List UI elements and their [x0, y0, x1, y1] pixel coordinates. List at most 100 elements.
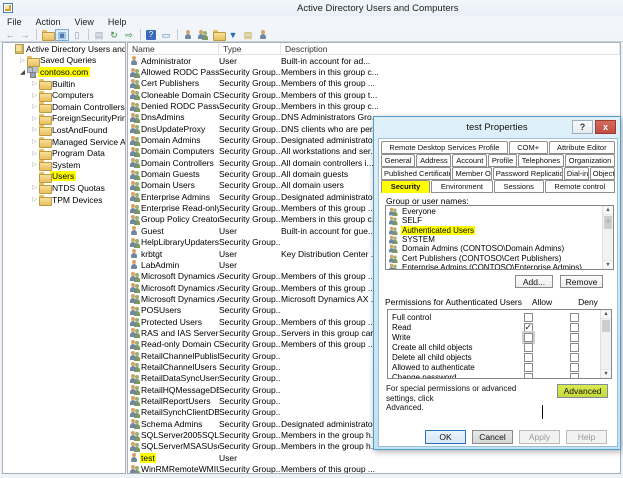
expander-collapsed-icon[interactable]: ▷ — [30, 126, 39, 133]
tree-item-ntds-quotas[interactable]: ▷NTDS Quotas — [3, 182, 125, 194]
table-row[interactable]: Denied RODC Password R...Security Group.… — [128, 100, 620, 111]
show-window-icon[interactable]: ▭ — [159, 29, 173, 41]
scroll-up-icon[interactable]: ▲ — [601, 310, 611, 319]
tree-item-computers[interactable]: ▷Computers — [3, 89, 125, 101]
tab-password-replication[interactable]: Password Replication — [493, 167, 563, 180]
list-item-enterprise-admins-contoso-enterprise-admins[interactable]: Enterprise Admins (CONTOSO\Enterprise Ad… — [386, 263, 602, 270]
add-button[interactable]: Add... — [515, 275, 553, 288]
list-item-authenticated-users[interactable]: Authenticated Users — [386, 226, 602, 235]
cancel-button[interactable]: Cancel — [472, 430, 513, 444]
tree-item-program-data[interactable]: ▷Program Data — [3, 147, 125, 159]
ok-button[interactable]: OK — [425, 430, 466, 444]
scrollbar-thumb[interactable] — [602, 320, 610, 332]
table-row[interactable]: AdministratorUserBuilt-in account for ad… — [128, 55, 620, 66]
deny-checkbox[interactable] — [570, 323, 579, 332]
column-header-type[interactable]: Type — [219, 43, 281, 54]
expander-collapsed-icon[interactable]: ▷ — [30, 184, 39, 191]
group-list-scrollbar[interactable]: ▲ ≡ ▼ — [602, 206, 613, 269]
tab-com[interactable]: COM+ — [509, 141, 548, 154]
deny-checkbox[interactable] — [570, 313, 579, 322]
tab-account[interactable]: Account — [452, 154, 487, 167]
tree-item-foreignsecurityprincipal[interactable]: ▷ForeignSecurityPrincipal: — [3, 113, 125, 125]
expander-collapsed-icon[interactable]: ▷ — [30, 115, 39, 122]
filter-icon[interactable]: ▼ — [226, 29, 240, 41]
menu-file[interactable]: File — [0, 16, 29, 27]
tab-member-of[interactable]: Member Of — [452, 167, 491, 180]
forward-icon[interactable]: → — [18, 29, 32, 41]
tree-item-users[interactable]: Users — [3, 171, 125, 183]
close-icon[interactable]: x — [595, 120, 616, 134]
tree-item-lostandfound[interactable]: ▷LostAndFound — [3, 124, 125, 136]
tab-remote-control[interactable]: Remote control — [545, 180, 615, 193]
tree-item-system[interactable]: ▷System — [3, 159, 125, 171]
table-row[interactable]: Cloneable Domain Contr...Security Group.… — [128, 89, 620, 100]
deny-checkbox[interactable] — [570, 353, 579, 362]
deny-checkbox[interactable] — [570, 343, 579, 352]
list-item-domain-admins-contoso-domain-admins[interactable]: Domain Admins (CONTOSO\Domain Admins) — [386, 244, 602, 253]
remove-button[interactable]: Remove — [560, 275, 603, 288]
scroll-down-icon[interactable]: ▼ — [603, 260, 613, 269]
advanced-button[interactable]: Advanced — [557, 384, 608, 398]
allow-checkbox[interactable] — [524, 313, 533, 322]
create-user-icon[interactable] — [181, 29, 195, 41]
task-icon[interactable]: ▤ — [241, 29, 255, 41]
help-icon[interactable]: ? — [144, 29, 158, 41]
tree-item-active-directory-users-and-com[interactable]: Active Directory Users and Com — [3, 43, 125, 55]
deny-checkbox[interactable] — [570, 333, 579, 342]
tab-environment[interactable]: Environment — [431, 180, 493, 193]
table-row[interactable]: WinRMRemoteWMIUsers__Security Group...Me… — [128, 463, 620, 474]
menu-view[interactable]: View — [68, 16, 101, 27]
tab-published-certificates[interactable]: Published Certificates — [381, 167, 451, 180]
up-one-level-icon[interactable] — [40, 29, 54, 41]
create-ou-icon[interactable] — [211, 29, 225, 41]
list-item-everyone[interactable]: Everyone — [386, 207, 602, 216]
table-row[interactable]: Allowed RODC Password ...Security Group.… — [128, 66, 620, 77]
expander-collapsed-icon[interactable]: ▷ — [30, 103, 39, 110]
allow-checkbox[interactable] — [524, 323, 533, 332]
expander-collapsed-icon[interactable]: ▷ — [30, 161, 39, 168]
expander-collapsed-icon[interactable]: ▷ — [30, 196, 39, 203]
tab-telephones[interactable]: Telephones — [518, 154, 564, 167]
scroll-down-icon[interactable]: ▼ — [601, 369, 611, 378]
tab-address[interactable]: Address — [416, 154, 451, 167]
scroll-up-icon[interactable]: ▲ — [603, 206, 613, 215]
list-item-system[interactable]: SYSTEM — [386, 235, 602, 244]
list-item-self[interactable]: SELF — [386, 216, 602, 225]
tab-remote-desktop-services-profile[interactable]: Remote Desktop Services Profile — [381, 141, 508, 154]
properties-icon[interactable]: ▣ — [55, 29, 69, 41]
tree-item-managed-service-accour[interactable]: ▷Managed Service Accour — [3, 136, 125, 148]
clipboard-icon[interactable]: ▯ — [70, 29, 84, 41]
tab-organization[interactable]: Organization — [565, 154, 615, 167]
back-icon[interactable]: ← — [3, 29, 17, 41]
tab-dial-in[interactable]: Dial-in — [564, 167, 589, 180]
tab-general[interactable]: General — [381, 154, 415, 167]
tab-profile[interactable]: Profile — [488, 154, 517, 167]
tab-attribute-editor[interactable]: Attribute Editor — [549, 141, 615, 154]
find-user-icon[interactable] — [256, 29, 270, 41]
export-icon[interactable]: ⇨ — [122, 29, 136, 41]
dialog-help-button[interactable]: ? — [572, 120, 593, 134]
allow-checkbox[interactable] — [524, 363, 533, 372]
column-header-name[interactable]: Name — [128, 43, 219, 54]
allow-checkbox[interactable] — [524, 333, 533, 342]
table-row[interactable]: Cert PublishersSecurity Group...Members … — [128, 78, 620, 89]
column-header-description[interactable]: Description — [281, 43, 620, 54]
list-item-cert-publishers-contoso-cert-publishers[interactable]: Cert Publishers (CONTOSO\Cert Publishers… — [386, 253, 602, 262]
menu-help[interactable]: Help — [101, 16, 134, 27]
tree-item-tpm-devices[interactable]: ▷TPM Devices — [3, 194, 125, 206]
expander-collapsed-icon[interactable]: ▷ — [30, 80, 39, 87]
menu-action[interactable]: Action — [29, 16, 68, 27]
table-row[interactable]: testUser — [128, 452, 620, 463]
tree-item-builtin[interactable]: ▷Builtin — [3, 78, 125, 90]
deny-checkbox[interactable] — [570, 363, 579, 372]
tab-sessions[interactable]: Sessions — [494, 180, 544, 193]
tab-object[interactable]: Object — [590, 167, 615, 180]
apply-button[interactable]: Apply — [519, 430, 560, 444]
allow-checkbox[interactable] — [524, 353, 533, 362]
expander-collapsed-icon[interactable]: ▷ — [18, 57, 27, 64]
allow-checkbox[interactable] — [524, 343, 533, 352]
tree-item-contoso-com[interactable]: ◢contoso.com — [3, 66, 125, 78]
expander-expanded-icon[interactable]: ◢ — [18, 68, 27, 76]
create-group-icon[interactable] — [196, 29, 210, 41]
expander-collapsed-icon[interactable]: ▷ — [30, 92, 39, 99]
